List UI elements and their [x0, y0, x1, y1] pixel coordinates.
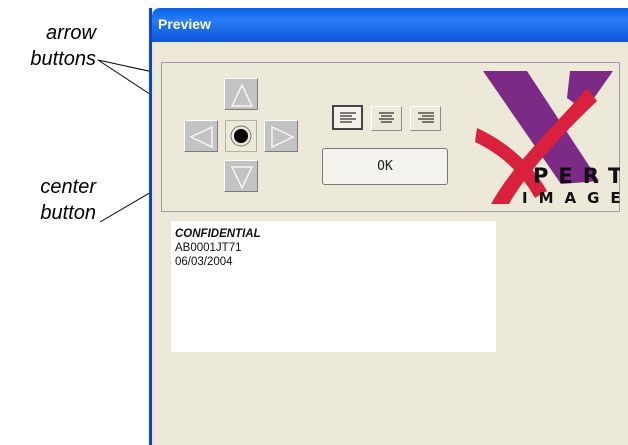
logo-text-line2: IMAGE: [522, 189, 620, 207]
arrow-down-icon: [230, 166, 254, 190]
xpert-image-logo: PERT IMAGE: [475, 71, 620, 207]
preview-window: Preview OK PER IMAG CONFIDENTIAL AB0001J…: [149, 8, 628, 445]
align-left-button[interactable]: [332, 105, 363, 130]
logo-xpert-letters: PERT: [533, 164, 620, 188]
align-right-icon: [418, 112, 434, 123]
title-bar: Preview: [152, 8, 628, 42]
arrow-up-button[interactable]: [224, 78, 258, 110]
center-button[interactable]: [225, 120, 257, 152]
arrow-right-icon: [271, 125, 295, 149]
logo-image-letters: IMAGE: [522, 189, 620, 207]
arrow-left-button[interactable]: [184, 120, 218, 152]
arrow-right-button[interactable]: [264, 120, 298, 152]
center-dot-icon: [230, 125, 252, 147]
preview-line: 06/03/2004: [175, 256, 233, 268]
arrow-up-icon: [230, 83, 254, 107]
window-title: Preview: [158, 16, 211, 32]
align-left-icon: [340, 112, 356, 123]
align-right-button[interactable]: [410, 106, 441, 131]
preview-line: AB0001JT71: [175, 242, 242, 254]
preview-line: CONFIDENTIAL: [175, 228, 261, 240]
align-center-icon: [379, 112, 394, 123]
align-center-button[interactable]: [371, 106, 402, 131]
arrow-down-button[interactable]: [224, 160, 258, 192]
logo-text-line1: PERT: [533, 164, 620, 188]
arrow-left-icon: [189, 125, 213, 149]
preview-area: CONFIDENTIAL AB0001JT71 06/03/2004: [171, 221, 496, 352]
ok-button[interactable]: OK: [322, 148, 448, 185]
